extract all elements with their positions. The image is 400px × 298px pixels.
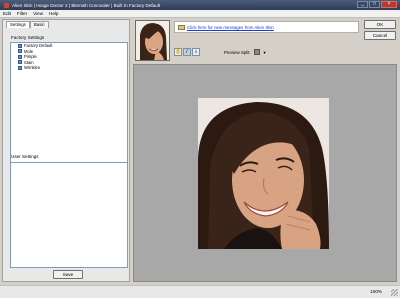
preset-icon <box>18 60 22 65</box>
chevron-down-icon[interactable]: ▼ <box>263 50 267 55</box>
window-title: Alien Skin | Image Doctor 2 | Blemish Co… <box>12 2 161 8</box>
preview-photo[interactable] <box>198 98 329 249</box>
preset-icon <box>18 54 22 59</box>
save-button[interactable]: Save <box>53 270 83 279</box>
settings-panel: Settings Basic Factory Settings Factory … <box>2 19 130 282</box>
preview-split-label: Preview Split: <box>224 49 251 55</box>
maximize-icon[interactable]: □ <box>369 1 380 8</box>
user-settings-label: User Settings <box>11 154 39 159</box>
brush-tool-icon[interactable]: / <box>183 48 191 56</box>
user-settings-list[interactable] <box>10 162 128 268</box>
preset-icon <box>18 49 22 54</box>
menu-bar: Edit Filter View Help <box>0 10 400 18</box>
window-controls: _ □ × <box>356 1 397 9</box>
menu-help[interactable]: Help <box>49 11 58 16</box>
resize-grip-icon[interactable] <box>391 289 398 296</box>
title-bar: Alien Skin | Image Doctor 2 | Blemish Co… <box>0 0 400 10</box>
news-link[interactable]: Click here for new messages from Alien S… <box>174 21 359 33</box>
preview-tools: ✋ / ⌕ <box>174 48 200 56</box>
portrait-image <box>198 98 329 249</box>
tab-settings[interactable]: Settings <box>6 21 30 28</box>
thumbnail-image <box>136 21 169 60</box>
hand-tool-icon[interactable]: ✋ <box>174 48 182 56</box>
menu-filter[interactable]: Filter <box>17 11 27 16</box>
zoom-tool-icon[interactable]: ⌕ <box>192 48 200 56</box>
list-item[interactable]: Wrinkles <box>11 65 127 71</box>
message-strip: Click here for new messages from Alien S… <box>172 20 359 45</box>
thumbnail-preview[interactable] <box>135 20 170 61</box>
menu-view[interactable]: View <box>33 11 43 16</box>
preview-split-control: Preview Split: ▼ <box>224 49 267 55</box>
split-view-icon[interactable] <box>253 49 260 55</box>
tab-basic[interactable]: Basic <box>29 21 49 28</box>
app-icon <box>4 2 9 8</box>
cancel-button[interactable]: Cancel <box>364 31 396 40</box>
preset-icon <box>18 43 22 48</box>
minimize-icon[interactable]: _ <box>357 1 368 8</box>
ok-button[interactable]: OK <box>364 20 396 29</box>
factory-settings-list[interactable]: Factory Default Mole Pimple Stain Wrinkl… <box>10 42 128 165</box>
zoom-level: 100% <box>370 289 382 294</box>
close-icon[interactable]: × <box>381 1 397 8</box>
factory-settings-label: Factory Settings <box>11 35 45 40</box>
dialog-buttons: OK Cancel <box>364 20 397 42</box>
settings-tabs: Settings Basic <box>6 21 129 28</box>
message-icon <box>178 24 185 30</box>
menu-edit[interactable]: Edit <box>3 11 11 16</box>
news-link-text[interactable]: Click here for new messages from Alien S… <box>187 25 274 30</box>
status-bar: 100% <box>0 285 400 298</box>
preset-icon <box>18 65 22 70</box>
